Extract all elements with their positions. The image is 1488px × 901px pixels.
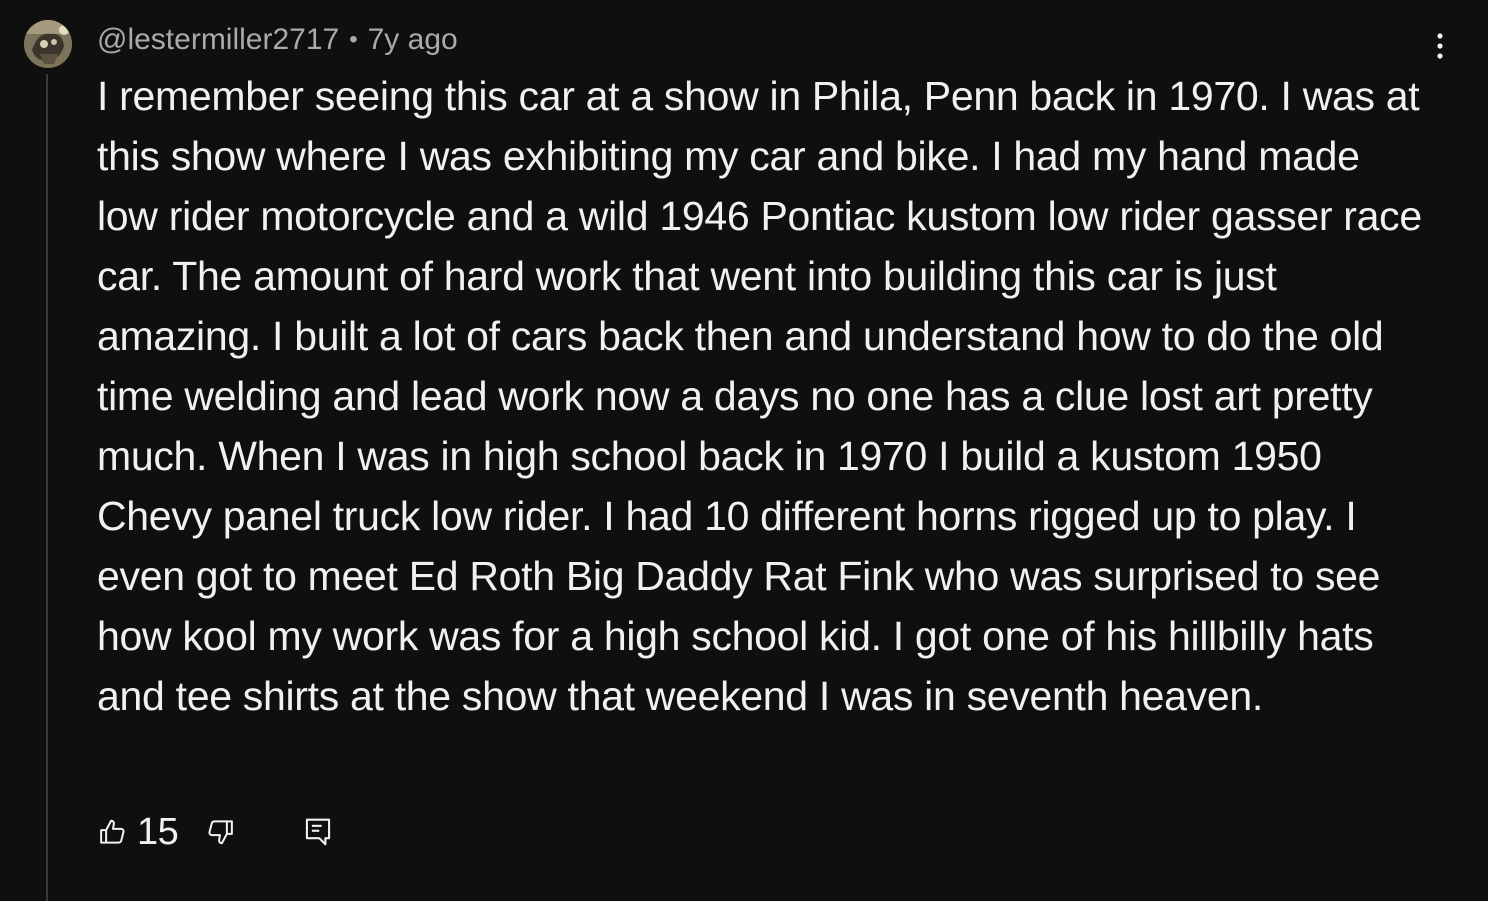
thumbs-up-icon (100, 819, 125, 844)
avatar-image (24, 20, 72, 68)
more-vertical-icon (1437, 33, 1443, 59)
timestamp[interactable]: 7y ago (368, 23, 458, 57)
comment-actions: 15 (97, 806, 334, 858)
dislike-button[interactable] (204, 812, 236, 852)
comment-text: I remember seeing this car at a show in … (97, 73, 1422, 719)
comment-header: @lestermiller2717 • 7y ago (97, 20, 458, 60)
like-count: 15 (137, 810, 179, 853)
header-separator: • (349, 26, 358, 53)
reply-button[interactable] (302, 812, 334, 852)
avatar[interactable] (24, 20, 72, 68)
comment-card: @lestermiller2717 • 7y ago I remember se… (0, 0, 1488, 901)
author-handle[interactable]: @lestermiller2717 (97, 23, 339, 57)
thread-line (46, 74, 48, 901)
reply-comment-icon (306, 818, 331, 846)
like-button[interactable] (97, 812, 129, 852)
thumbs-down-icon (208, 820, 234, 845)
more-options-button[interactable] (1418, 24, 1462, 68)
